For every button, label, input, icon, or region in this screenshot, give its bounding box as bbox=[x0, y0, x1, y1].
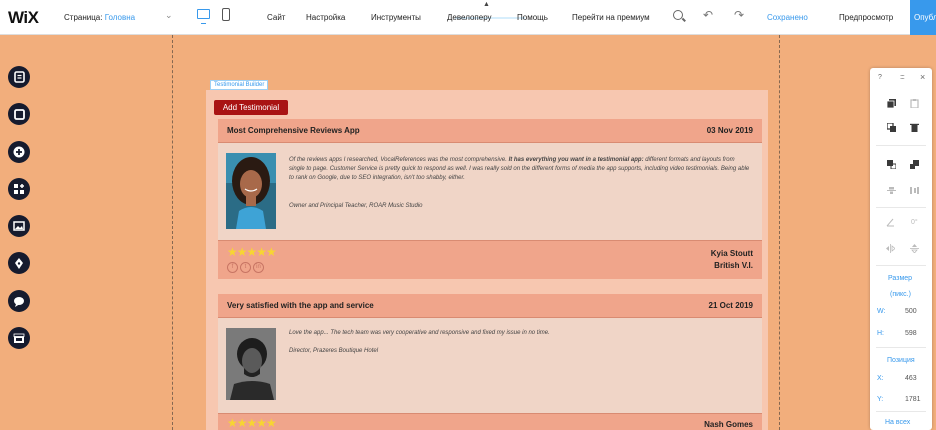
background-icon[interactable] bbox=[8, 103, 30, 125]
desktop-view-icon[interactable] bbox=[197, 9, 210, 24]
testimonial-footer: ★★★★★ Nash Gomes bbox=[218, 413, 762, 430]
testimonial-date: 21 Oct 2019 bbox=[708, 301, 753, 310]
height-input[interactable]: 598 bbox=[905, 330, 917, 337]
align-icon[interactable] bbox=[887, 186, 896, 195]
width-label: W: bbox=[877, 308, 886, 315]
y-input[interactable]: 1781 bbox=[905, 396, 921, 403]
menu-upgrade[interactable]: Перейти на премиум bbox=[572, 13, 650, 22]
flip-horizontal-icon[interactable] bbox=[886, 244, 895, 253]
page-selector-value: Головна bbox=[104, 13, 136, 22]
testimonial-header: Most Comprehensive Reviews App 03 Nov 20… bbox=[218, 119, 762, 143]
inspector-panel: ? :::: × 0° Размер (пикс.) W: 500 H: 598… bbox=[870, 68, 932, 430]
testimonial-title: Very satisfied with the app and service bbox=[227, 301, 374, 310]
trash-icon[interactable] bbox=[910, 123, 919, 132]
rating-stars: ★★★★★ bbox=[227, 245, 277, 259]
app-market-icon[interactable] bbox=[8, 178, 30, 200]
chevron-down-icon[interactable]: ⌄ bbox=[165, 10, 173, 21]
y-label: Y: bbox=[877, 396, 884, 403]
wix-logo: WiX bbox=[8, 8, 39, 27]
drag-handle-icon[interactable]: :::: bbox=[900, 74, 905, 81]
page-selector-label: Страница: bbox=[64, 13, 103, 22]
testimonial-card[interactable]: Very satisfied with the app and service … bbox=[218, 294, 762, 430]
size-label: Размер bbox=[888, 275, 913, 282]
paste-icon[interactable] bbox=[910, 99, 919, 108]
grid-guide-right bbox=[779, 35, 780, 430]
preview-button[interactable]: Предпросмотр bbox=[839, 13, 893, 22]
width-input[interactable]: 500 bbox=[905, 308, 917, 315]
reviewer-name: Nash Gomes bbox=[704, 420, 753, 429]
rotation-value[interactable]: 0° bbox=[911, 219, 918, 226]
add-testimonial-button[interactable]: Add Testimonial bbox=[214, 100, 288, 115]
duplicate-icon[interactable] bbox=[887, 123, 896, 132]
reviewer-name: Kyia Stoutt bbox=[710, 249, 753, 258]
redo-icon[interactable]: ↷ bbox=[734, 8, 744, 22]
position-label: Позиция bbox=[887, 357, 915, 364]
saved-status: Сохранено bbox=[767, 13, 808, 22]
editor-top-bar: WiX Страница: Головна ⌄ Сайт Настройка И… bbox=[0, 0, 936, 35]
reviewer-role: Director, Prazeres Boutique Hotel bbox=[289, 348, 379, 354]
page-selector[interactable]: Страница: Головна bbox=[64, 13, 135, 22]
testimonial-card[interactable]: Most Comprehensive Reviews App 03 Nov 20… bbox=[218, 119, 762, 279]
panel-divider bbox=[876, 207, 926, 208]
testimonial-date: 03 Nov 2019 bbox=[706, 126, 753, 135]
media-icon[interactable] bbox=[8, 215, 30, 237]
pages-icon[interactable] bbox=[8, 66, 30, 88]
facebook-icon[interactable]: f bbox=[227, 262, 238, 273]
panel-divider bbox=[876, 145, 926, 146]
height-label: H: bbox=[877, 330, 884, 337]
component-name-tag: Testimonial Builder bbox=[210, 80, 269, 90]
copy-icon[interactable] bbox=[887, 99, 896, 108]
linkedin-icon[interactable]: in bbox=[253, 262, 264, 273]
testimonial-quote: Love the app... The tech team was very c… bbox=[289, 330, 550, 336]
show-on-all-pages[interactable]: На всех bbox=[885, 419, 910, 426]
arrange-backward-icon[interactable] bbox=[910, 160, 919, 169]
distribute-icon[interactable] bbox=[910, 186, 919, 195]
testimonial-title: Most Comprehensive Reviews App bbox=[227, 126, 360, 135]
close-icon[interactable]: × bbox=[920, 72, 925, 82]
menu-tools[interactable]: Инструменты bbox=[371, 13, 421, 22]
reviewer-photo bbox=[226, 328, 276, 400]
undo-icon[interactable]: ↶ bbox=[703, 8, 713, 22]
arrange-forward-icon[interactable] bbox=[887, 160, 896, 169]
x-input[interactable]: 463 bbox=[905, 375, 917, 382]
grid-guide-left bbox=[172, 35, 173, 430]
chat-icon[interactable] bbox=[8, 290, 30, 312]
bookings-icon[interactable] bbox=[8, 327, 30, 349]
testimonial-header: Very satisfied with the app and service … bbox=[218, 294, 762, 318]
zoom-icon[interactable] bbox=[673, 10, 683, 20]
add-icon[interactable] bbox=[8, 141, 30, 163]
testimonial-quote: Of the reviews apps I researched, VocalR… bbox=[289, 157, 750, 181]
reviewer-role: Owner and Principal Teacher, ROAR Music … bbox=[289, 203, 423, 209]
flip-vertical-icon[interactable] bbox=[910, 244, 919, 253]
rating-stars: ★★★★★ bbox=[227, 416, 277, 430]
help-icon[interactable]: ? bbox=[878, 74, 882, 81]
collapse-arrow-icon: ▲ bbox=[483, 1, 490, 8]
menu-developer[interactable]: Девелоперу bbox=[447, 13, 492, 22]
mobile-view-icon[interactable] bbox=[222, 8, 230, 21]
size-unit-label: (пикс.) bbox=[890, 291, 911, 298]
rotate-icon[interactable] bbox=[886, 218, 895, 227]
twitter-icon[interactable]: t bbox=[240, 262, 251, 273]
reviewer-photo bbox=[226, 153, 276, 229]
menu-help[interactable]: Помощь bbox=[517, 13, 548, 22]
testimonial-footer: ★★★★★ f t in Kyia Stoutt British V.I. bbox=[218, 240, 762, 279]
reviewer-location: British V.I. bbox=[714, 261, 753, 270]
publish-button[interactable]: Опубликовать bbox=[910, 0, 936, 35]
panel-divider bbox=[876, 347, 926, 348]
menu-settings[interactable]: Настройка bbox=[306, 13, 345, 22]
x-label: X: bbox=[877, 375, 884, 382]
blog-pen-icon[interactable] bbox=[8, 252, 30, 274]
panel-divider bbox=[876, 265, 926, 266]
menu-site[interactable]: Сайт bbox=[267, 13, 285, 22]
social-icons: f t in bbox=[227, 262, 264, 273]
panel-divider bbox=[876, 411, 926, 412]
